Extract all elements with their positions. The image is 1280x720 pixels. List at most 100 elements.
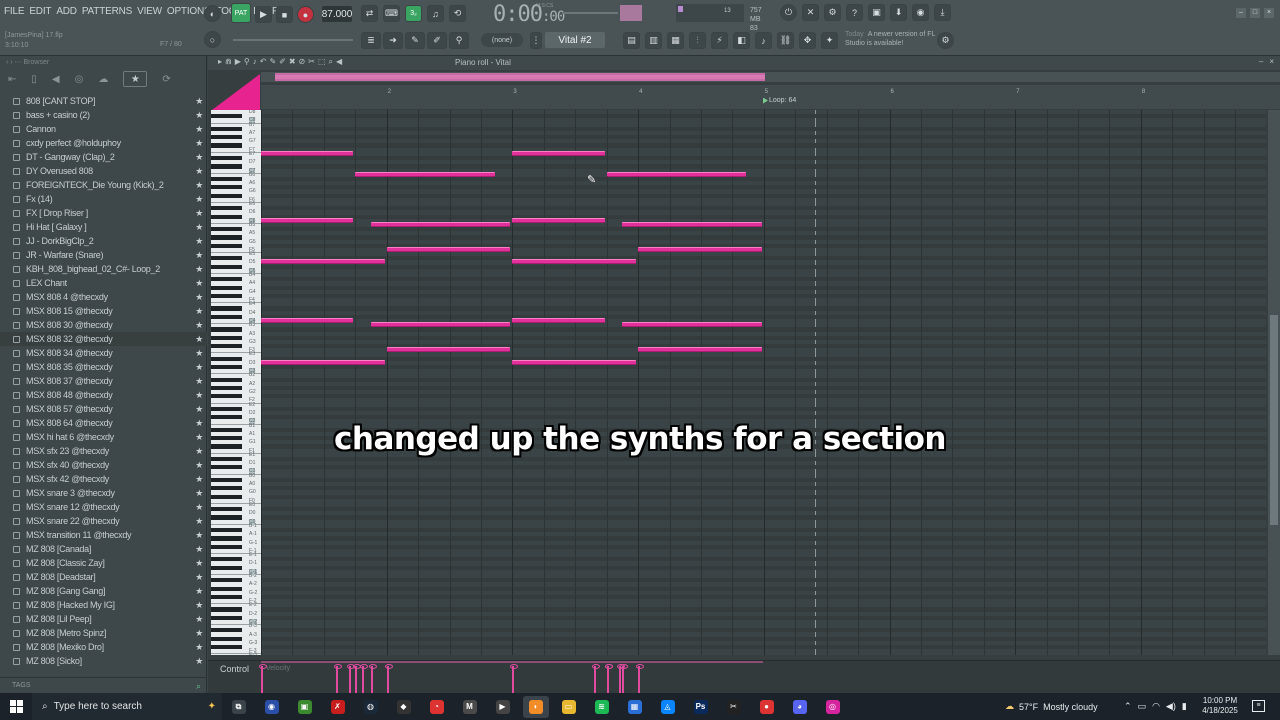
notification-icon[interactable]: ≡ [1252,700,1265,712]
menu-view[interactable]: VIEW [137,6,162,17]
menu-file[interactable]: FILE [4,6,25,17]
velocity-bar[interactable] [334,664,343,694]
browser-toggle-icon[interactable]: ⫶ [689,32,706,49]
tag-search-icon[interactable]: ⌕ [196,681,201,692]
favorite-star-icon[interactable]: ★ [195,528,203,542]
undo-icon[interactable]: ↶ [260,57,267,67]
master-volume[interactable] [562,5,646,23]
browser-item[interactable]: MSX snare 12 @thecxdy ★ [0,500,207,514]
star-filter-icon[interactable]: ★ [123,71,148,87]
black-key[interactable] [211,557,242,562]
favorite-star-icon[interactable]: ★ [195,276,203,290]
menu-add[interactable]: ADD [56,6,77,17]
collapse-icon[interactable]: ⇤ [8,74,16,85]
cloud-icon[interactable]: ☁ [98,74,108,85]
fl-studio-icon[interactable]: ◗ [522,695,549,718]
snap-icon[interactable]: ⇄ [361,5,378,22]
favorite-star-icon[interactable]: ★ [195,192,203,206]
paint-tool-icon[interactable]: ✐ [279,57,286,67]
midi-note[interactable] [370,322,511,328]
black-key[interactable] [211,143,242,148]
delete-tool-icon[interactable]: ✖ [289,57,296,67]
loop-marker[interactable]: Loop: 64 [763,97,796,104]
stop-button[interactable]: ■ [276,6,293,23]
maximize-icon[interactable]: □ [1250,8,1260,18]
browser-item[interactable]: MZ 808 [Lil Peep] ★ [0,612,207,626]
midi-note[interactable] [261,150,354,156]
black-key[interactable] [211,528,242,533]
black-key[interactable] [211,206,242,211]
midi-note[interactable] [261,217,354,223]
favorite-star-icon[interactable]: ★ [195,122,203,136]
velocity-bar[interactable] [592,664,601,694]
brush-icon[interactable]: ✎ [405,32,425,49]
favorite-star-icon[interactable]: ★ [195,178,203,192]
zoom-tool-icon[interactable]: ⌕ [329,57,333,67]
black-key[interactable] [211,377,242,382]
browser-item[interactable]: MSX 808 15 @thecxdy ★ [0,304,207,318]
wifi-icon[interactable]: ◠ [1152,701,1160,712]
black-key[interactable] [211,536,242,541]
start-button[interactable] [0,693,32,720]
black-key[interactable] [211,406,242,411]
favorite-star-icon[interactable]: ★ [195,220,203,234]
midi-note[interactable] [386,347,511,353]
note-icon[interactable]: ♪ [253,57,257,67]
close-panel-icon[interactable]: ✦ [821,32,838,49]
velocity-bar[interactable] [359,664,368,694]
midi-note[interactable] [512,359,637,365]
browser-item[interactable]: MSX 808 4 @thecxdy ★ [0,290,207,304]
black-key[interactable] [211,607,242,612]
menu-arrow-icon[interactable]: ▸ [218,57,222,67]
speaker-tool-icon[interactable]: ◀ [336,57,342,67]
favorite-star-icon[interactable]: ★ [195,332,203,346]
volume-slider[interactable] [562,12,618,14]
menu-edit[interactable]: EDIT [29,6,51,17]
midi-note[interactable] [512,318,605,323]
browser-item[interactable]: FX [ Drop Riser ] ★ [0,206,207,220]
black-key[interactable] [211,114,242,119]
favorite-star-icon[interactable]: ★ [195,458,203,472]
midi-note[interactable] [355,171,495,177]
black-key[interactable] [211,456,242,462]
browser-item[interactable]: MSX 808 48 @thecxdy ★ [0,388,207,402]
scroll-thumb[interactable] [275,73,765,81]
browser-item[interactable]: Cannon ★ [0,122,207,136]
black-key[interactable] [211,636,242,641]
vscroll-thumb[interactable] [1270,315,1278,525]
black-key[interactable] [211,515,242,520]
favorite-star-icon[interactable]: ★ [195,570,203,584]
favorite-star-icon[interactable]: ★ [195,472,203,486]
play-button[interactable]: ▶ [255,6,272,23]
browser-item[interactable]: MSX transition 11 @thecxdy ★ [0,528,207,542]
chat-icon[interactable]: ◉ [912,4,929,21]
stamp-icon[interactable]: ⚲ [244,57,250,67]
black-key[interactable] [211,344,242,349]
browser-item[interactable]: MZ 808 [Deadstar] ★ [0,570,207,584]
black-key[interactable] [211,306,242,311]
favorite-star-icon[interactable]: ★ [195,318,203,332]
velocity-bar[interactable] [617,664,626,694]
browser-item[interactable]: 808 [CANT STOP] ★ [0,94,207,108]
browser-item[interactable]: MSX sfx 42 @thecxdy ★ [0,472,207,486]
favorite-star-icon[interactable]: ★ [195,262,203,276]
slice-tool-icon[interactable]: ✂ [308,57,315,67]
browser-item[interactable]: MSX sfx 40 @thecxdy ★ [0,458,207,472]
velocity-lane[interactable] [259,661,763,694]
favorite-star-icon[interactable]: ★ [195,654,203,668]
midi-note[interactable] [386,246,511,252]
favorite-star-icon[interactable]: ★ [195,640,203,654]
browser-item[interactable]: JR - Warfare (Snare) ★ [0,248,207,262]
steam-icon[interactable]: ◍ [358,696,384,718]
mute-tool-icon[interactable]: ⊘ [299,57,306,67]
minimize-icon[interactable]: – [1236,8,1246,18]
black-key[interactable] [211,385,242,391]
favorite-star-icon[interactable]: ★ [195,108,203,122]
black-key[interactable] [211,293,242,299]
midi-note[interactable] [261,359,385,365]
record-button[interactable]: ● [297,6,314,23]
arrow-icon[interactable]: ➜ [383,32,403,49]
favorite-star-icon[interactable]: ★ [195,542,203,556]
browser-item[interactable]: MSX snare 22 @thecxdy ★ [0,514,207,528]
velocity-bar[interactable] [346,664,355,694]
